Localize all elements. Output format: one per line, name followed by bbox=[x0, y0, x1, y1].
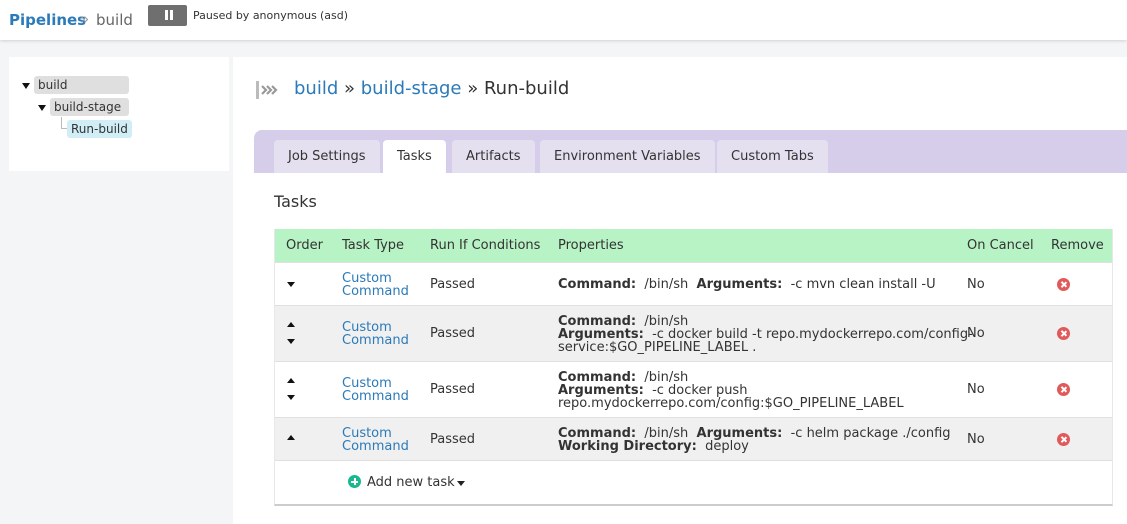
remove-task-icon[interactable] bbox=[1057, 433, 1070, 446]
tab-custom-tabs[interactable]: Custom Tabs bbox=[717, 140, 828, 173]
current-pipeline: build bbox=[96, 11, 133, 29]
breadcrumb-separator: » bbox=[80, 10, 90, 28]
tree-expand-icon[interactable] bbox=[38, 105, 46, 111]
run-if-value: Passed bbox=[430, 326, 476, 341]
add-icon[interactable] bbox=[348, 475, 361, 488]
header-on-cancel: On Cancel bbox=[967, 238, 1034, 253]
tab-environment-variables[interactable]: Environment Variables bbox=[540, 140, 715, 173]
tree-item-job[interactable]: Run-build bbox=[67, 120, 132, 138]
header-order: Order bbox=[286, 238, 323, 253]
header-task-type: Task Type bbox=[342, 238, 405, 253]
table-row: Custom Command Passed Command: /bin/sh A… bbox=[275, 417, 1112, 460]
move-down-icon[interactable] bbox=[287, 339, 295, 344]
header-remove: Remove bbox=[1051, 238, 1104, 253]
move-up-icon[interactable] bbox=[287, 378, 295, 383]
tree-item-pipeline[interactable]: build bbox=[34, 76, 129, 94]
run-if-value: Passed bbox=[430, 277, 476, 292]
on-cancel-value: No bbox=[967, 277, 985, 292]
table-row: Custom Command Passed Command: /bin/sh A… bbox=[275, 305, 1112, 361]
section-title: Tasks bbox=[274, 192, 317, 211]
page-title: build » build-stage » Run-build bbox=[294, 78, 570, 99]
run-if-value: Passed bbox=[430, 432, 476, 447]
move-down-icon[interactable] bbox=[287, 395, 295, 400]
task-properties: Command: /bin/sh Arguments: -c docker bu… bbox=[558, 314, 973, 355]
run-if-value: Passed bbox=[430, 382, 476, 397]
remove-task-icon[interactable] bbox=[1057, 278, 1070, 291]
paused-status: Paused by anonymous bbox=[193, 9, 317, 22]
top-header: Pipelines » build Paused by anonymous (a… bbox=[0, 0, 1127, 40]
add-new-task-button[interactable]: Add new task bbox=[367, 475, 455, 490]
task-properties: Command: /bin/sh Arguments: -c helm pack… bbox=[558, 426, 951, 454]
task-properties: Command: /bin/sh Arguments: -c mvn clean… bbox=[558, 277, 936, 292]
tab-artifacts[interactable]: Artifacts bbox=[452, 140, 535, 173]
dropdown-caret-icon[interactable] bbox=[457, 481, 465, 486]
table-row: Custom Command Passed Command: /bin/sh A… bbox=[275, 361, 1112, 417]
pipelines-link[interactable]: Pipelines bbox=[9, 11, 86, 29]
tree-expand-icon[interactable] bbox=[22, 83, 30, 89]
tree-item-stage[interactable]: build-stage bbox=[50, 98, 129, 116]
tab-tasks[interactable]: Tasks bbox=[383, 140, 446, 173]
move-down-icon[interactable] bbox=[287, 282, 295, 287]
move-up-icon[interactable] bbox=[287, 435, 295, 440]
move-up-icon[interactable] bbox=[287, 322, 295, 327]
header-run-if: Run If Conditions bbox=[430, 238, 541, 253]
header-properties: Properties bbox=[558, 238, 624, 253]
on-cancel-value: No bbox=[967, 432, 985, 447]
title-pipeline-link[interactable]: build bbox=[294, 78, 338, 99]
task-properties: Command: /bin/sh Arguments: -c docker pu… bbox=[558, 370, 904, 411]
tab-job-settings[interactable]: Job Settings bbox=[274, 140, 380, 173]
table-row: Custom Command Passed Command: /bin/sh A… bbox=[275, 262, 1112, 305]
tasks-table: Order Task Type Run If Conditions Proper… bbox=[274, 229, 1113, 506]
on-cancel-value: No bbox=[967, 326, 985, 341]
title-job: Run-build bbox=[483, 78, 570, 99]
paused-reason: (asd) bbox=[320, 9, 349, 22]
remove-task-icon[interactable] bbox=[1057, 383, 1070, 396]
pause-button[interactable] bbox=[148, 5, 187, 26]
title-stage-link[interactable]: build-stage bbox=[361, 78, 462, 99]
pause-icon bbox=[165, 10, 168, 20]
pipeline-tree: build build-stage Run-build bbox=[9, 57, 229, 171]
table-header: Order Task Type Run If Conditions Proper… bbox=[275, 229, 1112, 262]
remove-task-icon[interactable] bbox=[1057, 327, 1070, 340]
on-cancel-value: No bbox=[967, 382, 985, 397]
add-task-row: Add new task bbox=[275, 460, 1112, 504]
job-icon bbox=[256, 81, 278, 99]
